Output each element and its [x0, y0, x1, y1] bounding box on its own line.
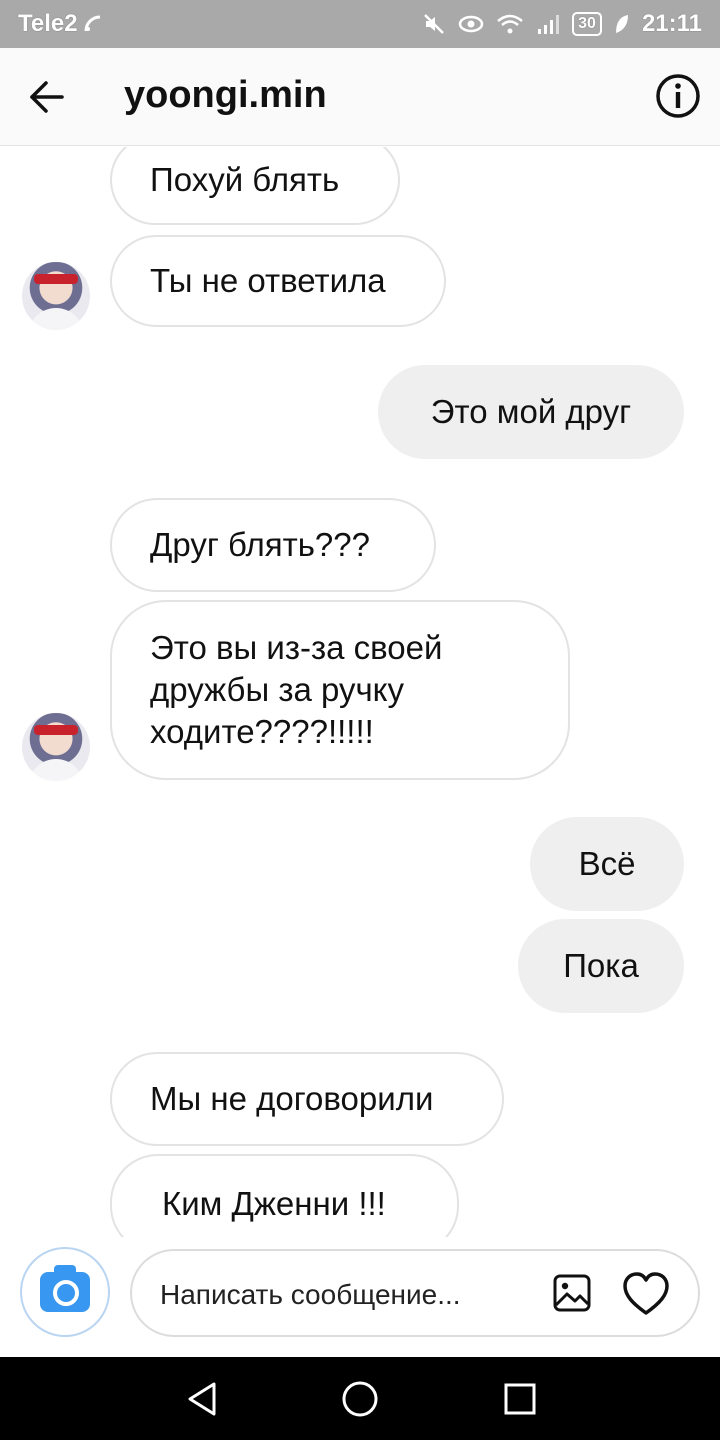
status-right: 30 21:11 [422, 10, 702, 38]
mute-icon [422, 12, 446, 36]
info-icon [656, 74, 700, 118]
info-button[interactable] [654, 72, 702, 120]
message-bubble-incoming[interactable]: Друг блять??? [110, 498, 436, 592]
message-bubble-outgoing[interactable]: Это мой друг [378, 365, 684, 459]
chat-header: yoongi.min [0, 48, 720, 146]
message-bubble-incoming[interactable]: Ким Дженни !!! [110, 1154, 459, 1237]
camera-button[interactable] [20, 1247, 110, 1337]
back-triangle-icon [188, 1382, 216, 1416]
carrier-name: Tele2 [18, 10, 78, 37]
camera-icon [40, 1265, 90, 1312]
leaf-icon [614, 13, 630, 35]
message-text: Мы не договорили [150, 1080, 434, 1117]
wifi-icon [496, 13, 524, 35]
back-arrow-icon [30, 81, 64, 113]
message-field[interactable] [130, 1249, 700, 1337]
status-left: Tele2 [18, 10, 102, 38]
battery-icon: 30 [572, 12, 602, 36]
heart-icon [623, 1272, 669, 1315]
message-bubble-incoming[interactable]: Это вы из-за своей дружбы за ручку ходит… [110, 600, 570, 780]
nav-recents-button[interactable] [500, 1379, 540, 1419]
avatar[interactable] [22, 713, 90, 781]
home-circle-icon [342, 1381, 378, 1417]
chat-title[interactable]: yoongi.min [124, 74, 327, 117]
message-bubble-outgoing[interactable]: Всё [530, 817, 684, 911]
message-text: Это вы из-за своей дружбы за ручку ходит… [150, 629, 443, 750]
message-text: Похуй блять [150, 161, 340, 198]
message-bubble-outgoing[interactable]: Пока [518, 919, 684, 1013]
message-text: Всё [578, 845, 636, 882]
composer [0, 1237, 720, 1357]
message-text: Ты не ответила [150, 262, 386, 299]
message-bubble-incoming[interactable]: Ты не ответила [110, 235, 446, 327]
nav-home-button[interactable] [340, 1379, 380, 1419]
navigation-bar [0, 1357, 720, 1440]
back-button[interactable] [26, 76, 68, 118]
message-bubble-incoming[interactable]: Похуй блять [110, 147, 400, 225]
message-text: Пока [563, 947, 639, 984]
signal-small-icon [84, 15, 102, 33]
recents-square-icon [504, 1383, 536, 1415]
message-text: Это мой друг [430, 393, 632, 430]
message-input[interactable] [160, 1275, 540, 1315]
eye-icon [458, 13, 484, 35]
message-text: Друг блять??? [150, 526, 370, 563]
gallery-icon [553, 1274, 591, 1312]
status-bar: Tele2 30 21:11 [0, 0, 720, 48]
message-text: Ким Дженни !!! [162, 1185, 386, 1222]
message-list[interactable]: Похуй блять Ты не ответила Это мой друг … [0, 147, 720, 1237]
signal-icon [536, 13, 560, 35]
avatar[interactable] [22, 262, 90, 330]
message-bubble-incoming[interactable]: Мы не договорили [110, 1052, 504, 1146]
nav-back-button[interactable] [182, 1379, 222, 1419]
like-button[interactable] [622, 1271, 670, 1317]
gallery-button[interactable] [552, 1273, 592, 1313]
clock: 21:11 [641, 10, 702, 37]
